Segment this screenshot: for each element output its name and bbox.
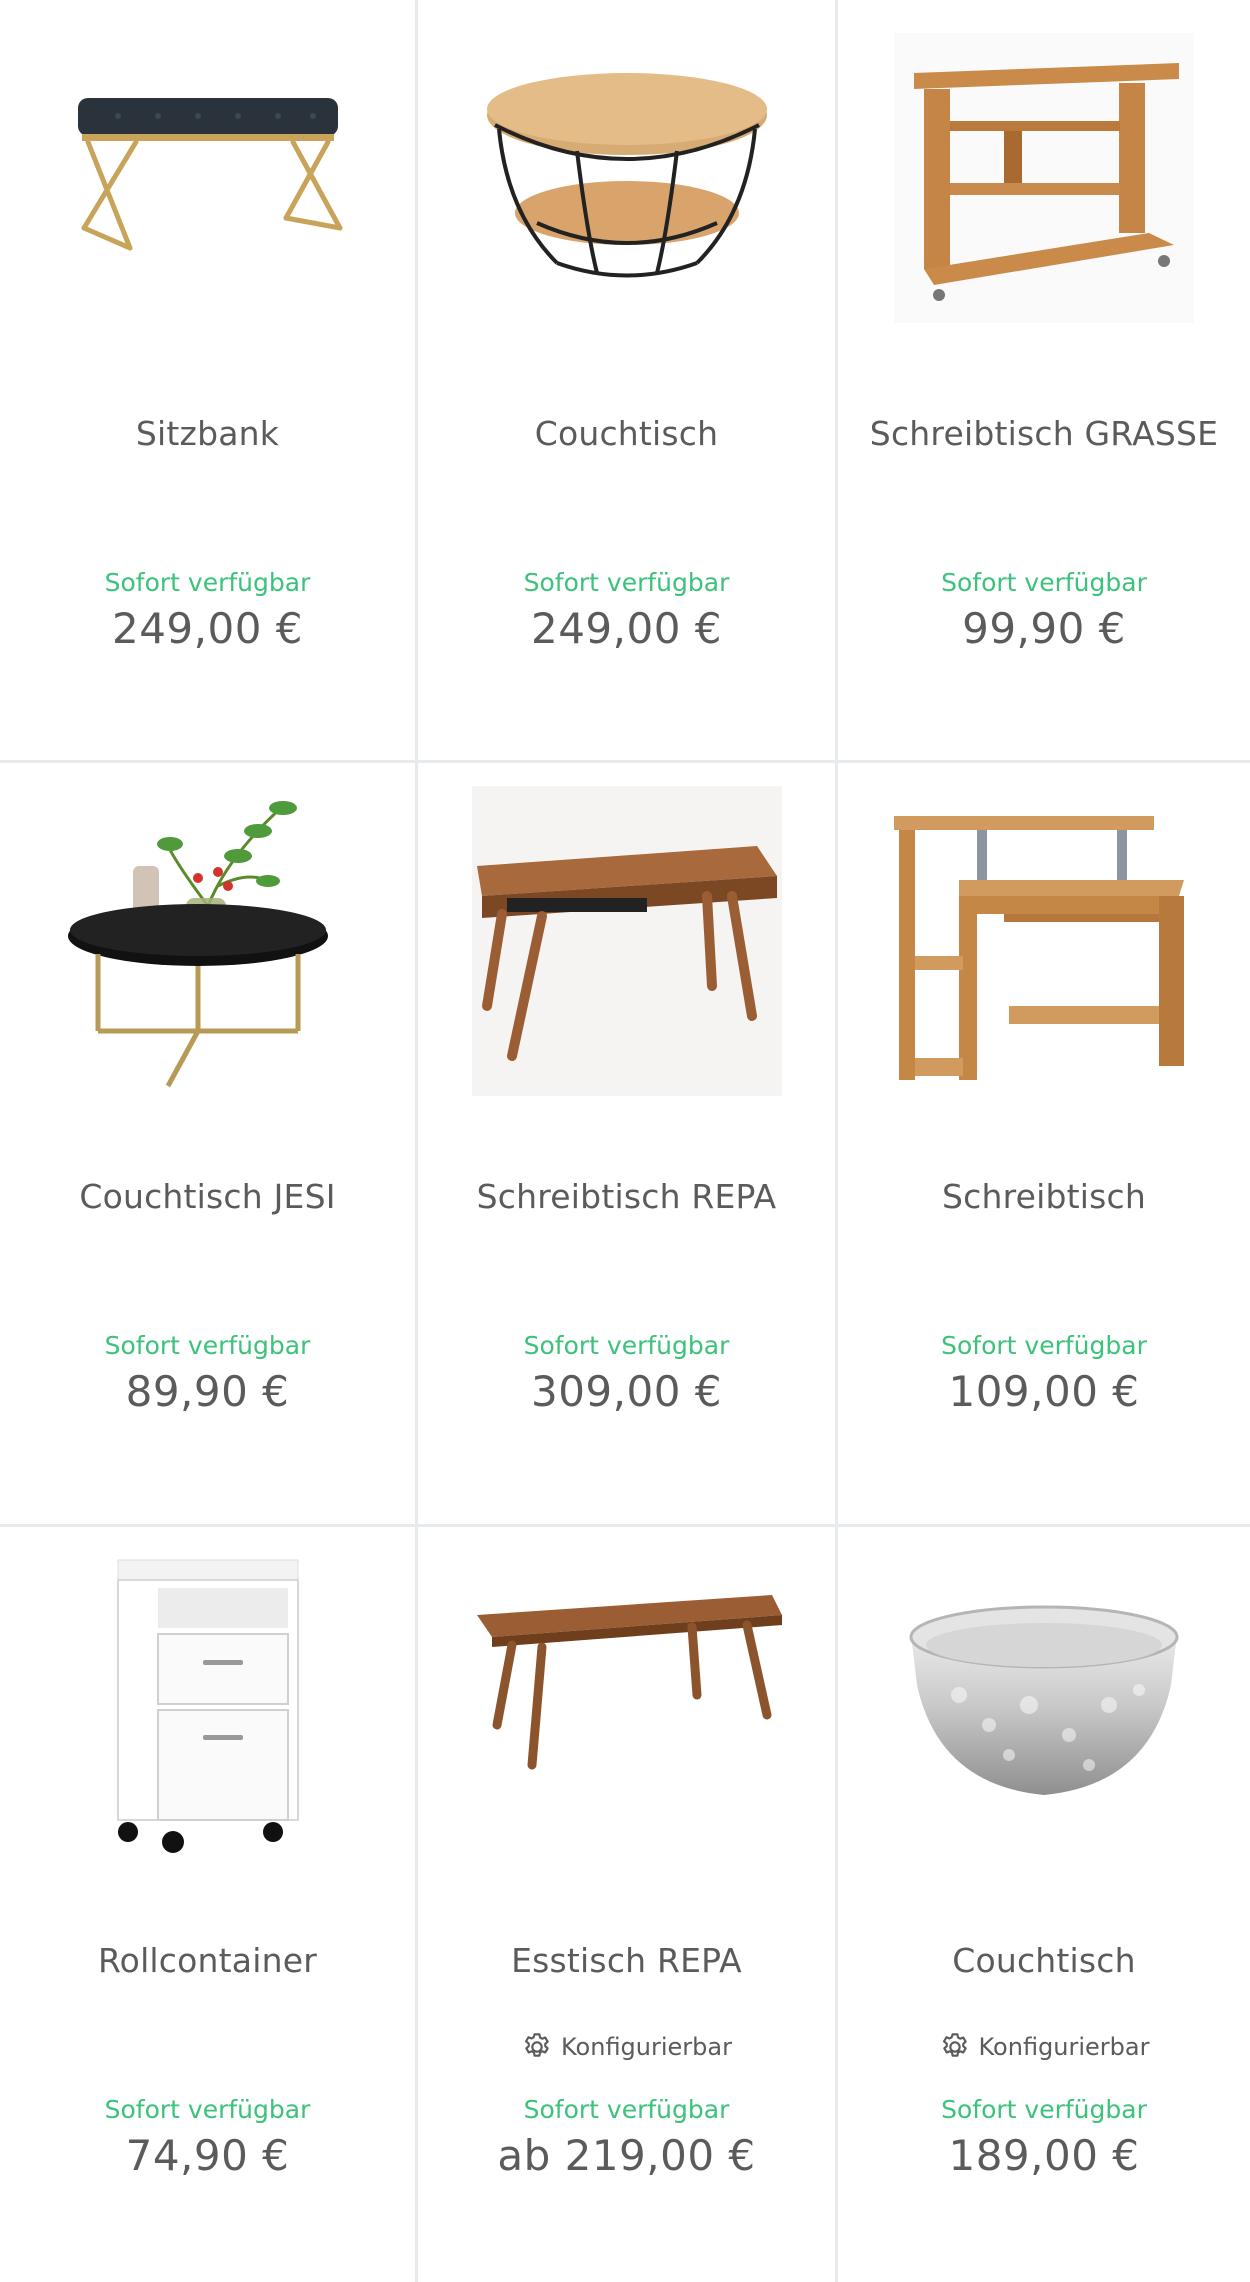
hammered-bowl-table-icon	[909, 1605, 1179, 1795]
drawer-cabinet-icon	[116, 1559, 299, 1853]
product-title[interactable]: Couchtisch	[438, 412, 815, 456]
configurable-indicator: Konfigurierbar	[418, 2031, 835, 2063]
bench-icon	[77, 98, 342, 251]
product-price: 99,90 €	[962, 604, 1126, 653]
product-price: 109,00 €	[948, 1367, 1140, 1416]
product-price: ab 219,00 €	[497, 2131, 756, 2180]
product-card-schreibtisch-grasse[interactable]: Schreibtisch GRASSE Sofort verfügbar 99,…	[838, 0, 1250, 763]
product-price: 309,00 €	[530, 1367, 723, 1416]
product-price: 249,00 €	[530, 604, 723, 653]
configurable-indicator: Konfigurierbar	[838, 2031, 1250, 2063]
product-image[interactable]	[838, 1545, 1250, 1865]
gear-icon	[942, 2033, 967, 2057]
configurable-label: Konfigurierbar	[978, 2033, 1150, 2061]
product-grid: Sitzbank Sofort verfügbar 249,00 € Couch…	[0, 0, 1250, 2282]
product-price: 249,00 €	[111, 604, 304, 653]
desk-icon	[894, 33, 1194, 323]
product-image[interactable]	[418, 1545, 835, 1865]
product-price: 189,00 €	[948, 2131, 1140, 2180]
product-image[interactable]	[838, 18, 1250, 338]
computer-desk-icon	[894, 816, 1184, 1080]
product-card-sitzbank[interactable]: Sitzbank Sofort verfügbar 249,00 €	[0, 0, 418, 763]
product-title[interactable]: Schreibtisch	[858, 1175, 1230, 1219]
product-title[interactable]: Couchtisch	[858, 1939, 1230, 1983]
gear-icon	[525, 2033, 549, 2057]
product-price: 89,90 €	[125, 1367, 290, 1416]
dining-table-icon	[476, 1595, 782, 1770]
product-card-couchtisch-jesi[interactable]: Couchtisch JESI Sofort verfügbar 89,90 €	[0, 763, 418, 1527]
availability-status: Sofort verfügbar	[523, 568, 730, 597]
wood-desk-icon	[471, 786, 782, 1096]
availability-status: Sofort verfügbar	[941, 568, 1147, 597]
product-image[interactable]	[0, 1545, 415, 1865]
product-price: 74,90 €	[125, 2131, 290, 2180]
product-title[interactable]: Sitzbank	[20, 412, 395, 456]
product-card-schreibtisch[interactable]: Schreibtisch Sofort verfügbar 109,00 €	[838, 763, 1250, 1527]
availability-status: Sofort verfügbar	[941, 2095, 1147, 2124]
tray-table-icon	[67, 801, 328, 1088]
availability-status: Sofort verfügbar	[523, 2095, 730, 2124]
availability-status: Sofort verfügbar	[104, 2095, 311, 2124]
availability-status: Sofort verfügbar	[941, 1331, 1147, 1360]
product-title[interactable]: Esstisch REPA	[438, 1939, 815, 1983]
product-card-esstisch-repa[interactable]: Esstisch REPA Konfigurierbar Sofort verf…	[418, 1527, 838, 2282]
product-title[interactable]: Schreibtisch REPA	[438, 1175, 815, 1219]
product-card-schreibtisch-repa[interactable]: Schreibtisch REPA Sofort verfügbar 309,0…	[418, 763, 838, 1527]
product-title[interactable]: Rollcontainer	[20, 1939, 395, 1983]
product-title[interactable]: Couchtisch JESI	[20, 1175, 395, 1219]
product-image[interactable]	[418, 781, 835, 1101]
configurable-label: Konfigurierbar	[561, 2033, 732, 2061]
round-coffee-table-icon	[486, 73, 767, 278]
product-card-couchtisch[interactable]: Couchtisch Sofort verfügbar 249,00 €	[418, 0, 838, 763]
product-card-rollcontainer[interactable]: Rollcontainer Sofort verfügbar 74,90 €	[0, 1527, 418, 2282]
product-image[interactable]	[838, 781, 1250, 1101]
product-image[interactable]	[0, 781, 415, 1101]
availability-status: Sofort verfügbar	[104, 568, 311, 597]
availability-status: Sofort verfügbar	[523, 1331, 730, 1360]
product-title[interactable]: Schreibtisch GRASSE	[858, 412, 1230, 456]
product-card-couchtisch-silver[interactable]: Couchtisch Konfigurierbar Sofort verfügb…	[838, 1527, 1250, 2282]
availability-status: Sofort verfügbar	[104, 1331, 311, 1360]
product-image[interactable]	[0, 18, 415, 338]
product-image[interactable]	[418, 18, 835, 338]
